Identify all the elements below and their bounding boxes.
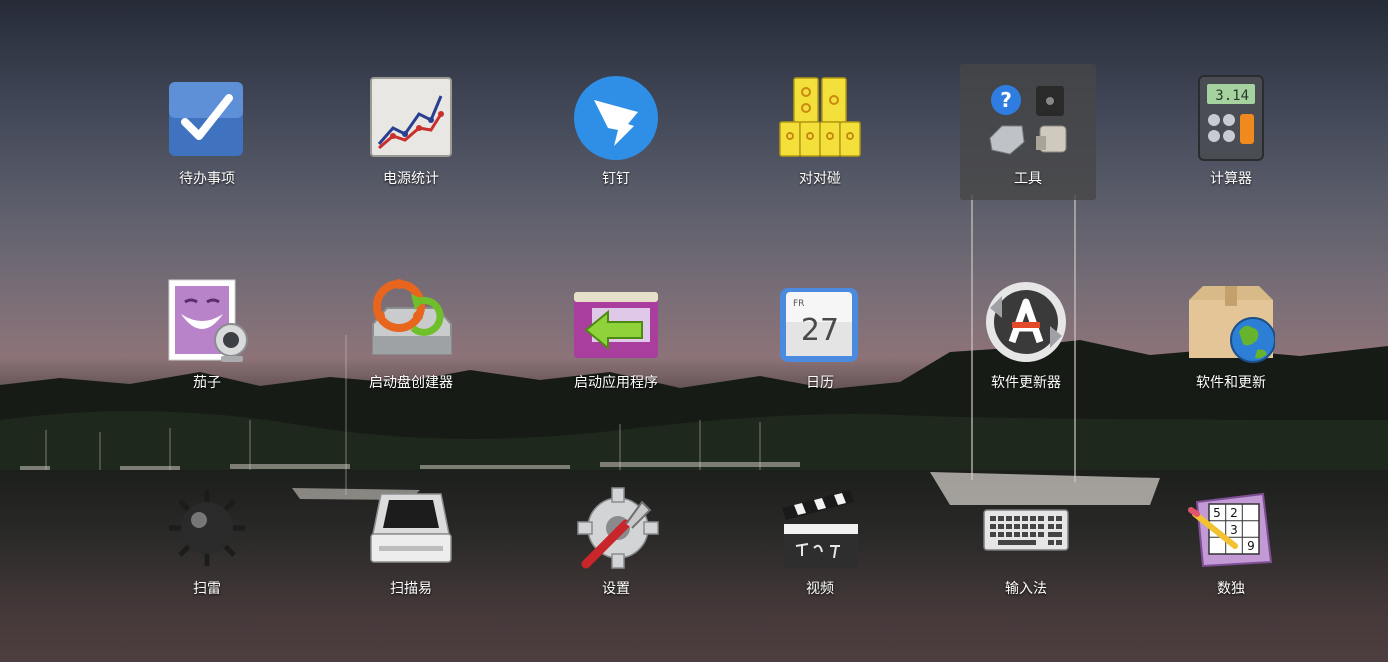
sudoku-cell: 5 — [1213, 506, 1221, 520]
calculator-display: 3.14 — [1215, 88, 1249, 104]
app-label: 日历 — [806, 375, 834, 391]
sudoku-icon: 5 2 3 9 — [1188, 492, 1273, 568]
app-label: 钉钉 — [602, 171, 630, 187]
app-todo[interactable]: 待办事项 — [139, 64, 275, 200]
app-label: 扫描易 — [390, 581, 432, 597]
keyboard-icon — [983, 509, 1069, 551]
app-label: 对对碰 — [799, 171, 841, 187]
app-software-sources[interactable]: 软件和更新 — [1163, 268, 1299, 404]
app-video[interactable]: 视频 — [752, 474, 888, 610]
app-match-game[interactable]: 对对碰 — [752, 64, 888, 200]
app-label: 待办事项 — [179, 171, 235, 187]
app-label: 电源统计 — [383, 171, 439, 187]
app-sudoku[interactable]: 5 2 3 9 数独 — [1163, 474, 1299, 610]
software-updater-icon — [986, 282, 1066, 362]
app-label: 软件更新器 — [991, 375, 1061, 391]
calculator-icon: 3.14 — [1198, 75, 1264, 161]
scanner-icon — [370, 493, 452, 563]
app-calendar[interactable]: FR 27 日历 — [752, 268, 888, 404]
app-scanner[interactable]: 扫描易 — [343, 474, 479, 610]
app-label: 工具 — [1014, 171, 1042, 187]
calendar-icon: FR 27 — [780, 288, 858, 362]
app-startup-disk[interactable]: 启动盘创建器 — [343, 268, 479, 404]
app-folder-tools[interactable]: ? 工具 — [960, 64, 1096, 200]
game-blocks-icon — [779, 77, 861, 157]
webcam-icon — [168, 279, 248, 362]
app-power-stats[interactable]: 电源统计 — [343, 64, 479, 200]
app-label: 扫雷 — [193, 581, 221, 597]
app-dingtalk[interactable]: 钉钉 — [548, 64, 684, 200]
app-minesweeper[interactable]: 扫雷 — [139, 474, 275, 610]
app-settings[interactable]: 设置 — [548, 474, 684, 610]
sudoku-cell: 2 — [1230, 506, 1238, 520]
app-label: 茄子 — [193, 375, 221, 391]
app-label: 计算器 — [1210, 171, 1252, 187]
app-label: 输入法 — [1005, 581, 1047, 597]
settings-icon — [577, 487, 659, 569]
app-cheese[interactable]: 茄子 — [139, 268, 275, 404]
calendar-date: 27 — [801, 313, 839, 348]
app-launcher: 待办事项 电源统计 钉钉 对对碰 ? 工具 3.14 计算器 茄子 启动盘创建器… — [0, 0, 1388, 662]
app-label: 启动盘创建器 — [369, 375, 453, 391]
app-label: 视频 — [806, 581, 834, 597]
sudoku-cell: 3 — [1230, 523, 1238, 537]
app-calculator[interactable]: 3.14 计算器 — [1163, 64, 1299, 200]
sudoku-cell: 9 — [1247, 539, 1255, 553]
video-clapper-icon — [782, 490, 858, 568]
dingtalk-icon — [574, 76, 658, 160]
mine-icon — [169, 490, 245, 566]
app-label: 启动应用程序 — [574, 375, 658, 391]
startup-apps-icon — [574, 292, 658, 358]
app-software-updater[interactable]: 软件更新器 — [958, 268, 1094, 404]
app-label: 数独 — [1217, 581, 1245, 597]
tools-folder-icon: ? — [989, 85, 1067, 155]
startup-disk-icon — [372, 279, 452, 355]
power-chart-icon — [370, 77, 452, 157]
app-label: 软件和更新 — [1196, 375, 1266, 391]
svg-text:?: ? — [1000, 88, 1012, 112]
checkmark-icon — [169, 82, 243, 156]
app-label: 设置 — [602, 581, 630, 597]
app-startup-apps[interactable]: 启动应用程序 — [548, 268, 684, 404]
calendar-day: FR — [793, 299, 804, 309]
app-input-method[interactable]: 输入法 — [958, 474, 1094, 610]
software-sources-icon — [1189, 286, 1275, 363]
